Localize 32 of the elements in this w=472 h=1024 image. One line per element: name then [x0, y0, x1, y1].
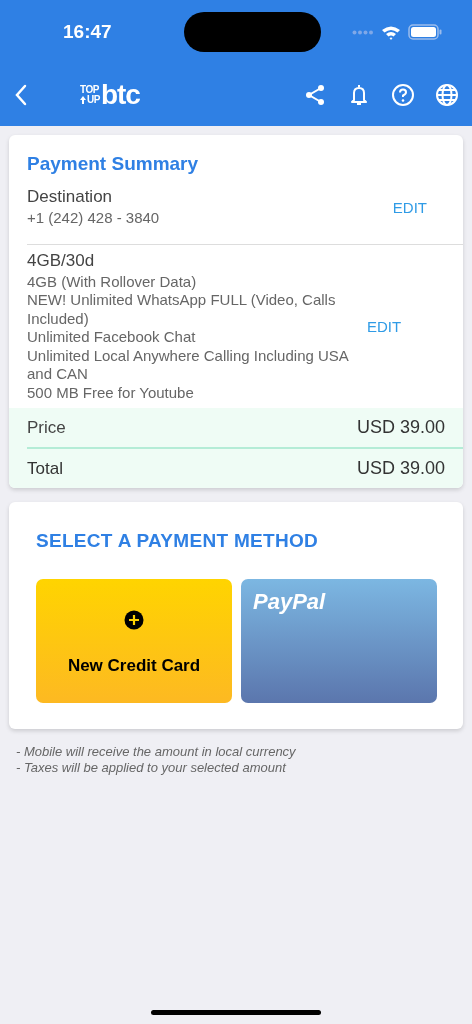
note-text: - Mobile will receive the amount in local currency — [16, 744, 297, 760]
total-value: USD 39.00 — [356, 458, 445, 479]
card-title: Payment Summary — [26, 153, 200, 175]
plan-feature: 4GB (With Rollover Data) — [27, 272, 198, 291]
up-arrow-icon — [80, 96, 86, 104]
logo-text: UP — [87, 95, 100, 105]
method-label: New Credit Card — [67, 656, 201, 676]
paypal-button[interactable]: PayPal — [241, 579, 437, 703]
total-label: Price — [27, 417, 66, 438]
total-label: Total — [27, 458, 63, 479]
phone-number: +1 (242) 428 - 3840 — [27, 209, 161, 228]
plan-feature: 500 MB Free for Youtube — [27, 383, 195, 402]
destination-label: Destination — [27, 187, 114, 207]
total-value: USD 39.00 — [356, 417, 445, 438]
globe-icon[interactable] — [434, 82, 460, 108]
wifi-icon — [381, 24, 401, 40]
plan-feature: Unlimited Local Anywhere Calling Including USA and CAN — [27, 346, 350, 384]
help-icon[interactable] — [390, 82, 416, 108]
plan-feature: Unlimited Facebook Chat — [27, 328, 197, 347]
logo-brand: btc — [100, 82, 140, 108]
battery-icon — [408, 24, 442, 40]
logo-text: TOP — [80, 85, 100, 95]
status-time: 16:47 — [63, 21, 113, 43]
plan-feature: NEW! Unlimited WhatsApp FULL (Video, Calls Included) — [27, 291, 337, 328]
edit-link[interactable]: EDIT — [367, 317, 402, 335]
plan-name: 4GB/30d — [27, 250, 96, 271]
credit-card-button[interactable]: New Credit Card — [36, 579, 232, 703]
edit-link[interactable]: EDIT — [392, 198, 427, 216]
plus-icon — [124, 610, 144, 630]
signal-icon — [352, 29, 374, 35]
card-title: SELECT A PAYMENT METHOD — [36, 530, 320, 552]
note-text: - Taxes will be applied to your selected amount — [16, 760, 288, 776]
